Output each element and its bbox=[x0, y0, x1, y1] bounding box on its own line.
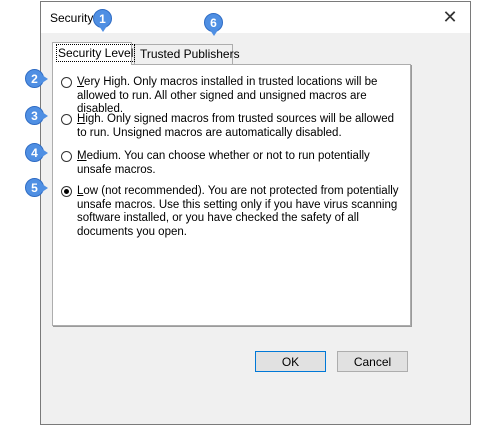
security-level-panel: Very High. Only macros installed in trus… bbox=[52, 64, 411, 326]
callout-marker-2: 2 bbox=[25, 69, 48, 88]
callout-marker-3: 3 bbox=[25, 106, 48, 125]
ok-button[interactable]: OK bbox=[255, 351, 326, 372]
option-label: Medium. You can choose whether or not to… bbox=[77, 150, 401, 177]
tab-trusted-publishers[interactable]: Trusted Publishers bbox=[134, 44, 240, 64]
radio-low[interactable] bbox=[61, 186, 72, 197]
radio-medium[interactable] bbox=[61, 151, 72, 162]
cancel-button[interactable]: Cancel bbox=[337, 351, 408, 372]
mnemonic: M bbox=[77, 150, 87, 162]
option-text: edium. You can choose whether or not to … bbox=[77, 150, 370, 176]
radio-high[interactable] bbox=[61, 114, 72, 125]
option-label: Very High. Only macros installed in trus… bbox=[77, 76, 401, 117]
security-dialog: Security ✕ Security Level Trusted Publis… bbox=[40, 1, 471, 425]
callout-marker-6: 6 bbox=[204, 13, 223, 36]
option-text: ery High. Only macros installed in trust… bbox=[77, 76, 378, 115]
mnemonic: V bbox=[77, 76, 85, 88]
tab-label: Trusted Publishers bbox=[140, 47, 240, 61]
option-text: ow (not recommended). You are not protec… bbox=[77, 185, 399, 238]
dialog-title: Security bbox=[50, 11, 94, 25]
radio-very-high[interactable] bbox=[61, 77, 72, 88]
option-text: igh. Only signed macros from trusted sou… bbox=[77, 113, 395, 139]
close-icon[interactable]: ✕ bbox=[430, 2, 470, 33]
tab-label: Security Level bbox=[55, 44, 136, 62]
option-label: High. Only signed macros from trusted so… bbox=[77, 113, 401, 140]
option-label: Low (not recommended). You are not prote… bbox=[77, 185, 401, 239]
callout-marker-5: 5 bbox=[25, 178, 48, 197]
callout-marker-1: 1 bbox=[93, 9, 112, 32]
tab-security-level[interactable]: Security Level bbox=[52, 42, 136, 65]
callout-marker-4: 4 bbox=[25, 143, 48, 162]
